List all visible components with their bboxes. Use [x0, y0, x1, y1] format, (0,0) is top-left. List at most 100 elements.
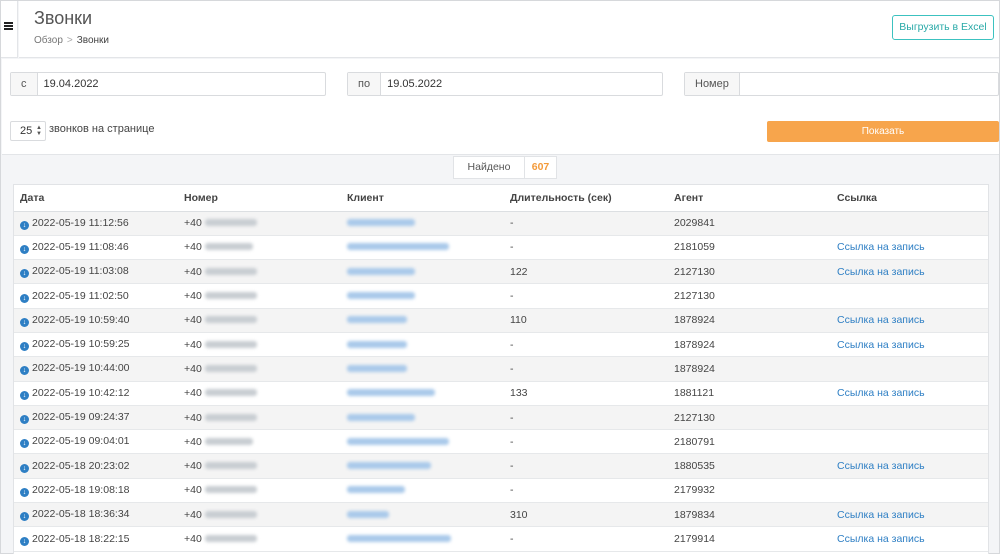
cell-number: +40 [178, 235, 341, 261]
per-page-select[interactable]: 25 ▲ ▼ [10, 121, 46, 141]
cell-duration: 110 [504, 308, 668, 333]
cell-link: Ссылка на запись [831, 235, 988, 261]
redacted-client-link[interactable] [347, 316, 407, 324]
cell-number: +40 [178, 308, 341, 333]
redacted-client-link[interactable] [347, 219, 415, 227]
recording-link[interactable]: Ссылка на запись [837, 387, 925, 399]
number-input[interactable] [740, 73, 998, 95]
redacted-client-link[interactable] [347, 243, 449, 251]
redacted-client-link[interactable] [347, 510, 389, 518]
redacted-client-link[interactable] [347, 267, 415, 275]
sidebar-toggle-button[interactable] [1, 1, 18, 58]
redacted-client-link[interactable] [347, 486, 405, 494]
cell-link [831, 478, 988, 504]
redacted-client-link[interactable] [347, 340, 407, 348]
cell-client [341, 235, 504, 261]
cell-link: Ссылка на запись [831, 453, 988, 479]
cell-date: ↓ 2022-05-19 10:44:00 [14, 356, 178, 382]
redacted-client-link[interactable] [347, 437, 449, 445]
column-header-client[interactable]: Клиент [341, 185, 504, 212]
column-header-date[interactable]: Дата [14, 185, 178, 212]
phone-prefix: +40 [184, 533, 202, 545]
cell-link: Ссылка на запись [831, 332, 988, 358]
cell-number: +40 [178, 381, 341, 406]
recording-link[interactable]: Ссылка на запись [837, 339, 925, 351]
cell-date: ↓ 2022-05-19 11:02:50 [14, 283, 178, 309]
recording-link[interactable]: Ссылка на запись [837, 266, 925, 278]
breadcrumb-home-link[interactable]: Обзор [34, 35, 63, 46]
show-button[interactable]: Показать [767, 121, 999, 142]
download-icon[interactable]: ↓ [20, 342, 29, 352]
download-icon[interactable]: ↓ [20, 536, 29, 546]
cell-agent: 1879834 [668, 502, 831, 528]
download-icon[interactable]: ↓ [20, 220, 29, 230]
cell-number: +40 [178, 405, 341, 431]
number-group: Номер [684, 72, 999, 96]
cell-number: +40 [178, 453, 341, 479]
redacted-client-link[interactable] [347, 413, 415, 421]
redacted-phone [204, 243, 253, 251]
download-icon[interactable]: ↓ [20, 512, 29, 522]
column-header-agent[interactable]: Агент [668, 185, 831, 212]
recording-link[interactable]: Ссылка на запись [837, 533, 925, 545]
download-icon[interactable]: ↓ [20, 269, 29, 279]
download-icon[interactable]: ↓ [20, 415, 29, 425]
recording-link[interactable]: Ссылка на запись [837, 241, 925, 253]
cell-link [831, 429, 988, 455]
redacted-phone [204, 292, 257, 300]
redacted-phone [204, 486, 257, 494]
cell-date: ↓ 2022-05-18 20:23:02 [14, 453, 178, 479]
download-icon[interactable]: ↓ [20, 487, 29, 497]
call-date: 2022-05-18 19:08:18 [32, 483, 130, 496]
cell-client [341, 453, 504, 479]
cell-duration: 310 [504, 502, 668, 528]
redacted-client-link[interactable] [347, 364, 407, 372]
cell-client [341, 405, 504, 431]
table-row: ↓ 2022-05-18 18:22:15 +40 -2179914 Ссылка н… [14, 526, 988, 552]
cell-agent: 1880535 [668, 453, 831, 479]
phone-prefix: +40 [184, 411, 202, 424]
date-to-input[interactable]: 19.05.2022 [381, 73, 662, 95]
cell-duration: - [504, 478, 668, 504]
redacted-client-link[interactable] [347, 389, 435, 397]
redacted-client-link[interactable] [347, 535, 451, 542]
cell-date: ↓ 2022-05-19 10:42:12 [14, 381, 178, 406]
column-header-duration[interactable]: Длительность (сек) [504, 185, 668, 212]
cell-client [341, 283, 504, 309]
date-from-label: с [11, 73, 38, 95]
cell-date: ↓ 2022-05-19 11:08:46 [14, 235, 178, 261]
table-row: ↓ 2022-05-19 11:08:46 +40 -2181059 Ссылка н… [14, 235, 988, 261]
table-row: ↓ 2022-05-19 10:42:12 +40 133 1881121 Ссылка… [14, 381, 988, 406]
select-arrows-icon: ▲ ▼ [36, 125, 42, 137]
download-icon[interactable]: ↓ [20, 244, 29, 254]
redacted-client-link[interactable] [347, 462, 431, 470]
download-icon[interactable]: ↓ [20, 293, 29, 303]
table-body: ↓ 2022-05-19 11:12:56 +40 -2029841 ↓ 2022-05… [14, 211, 988, 552]
export-excel-button[interactable]: Выгрузить в Excel [892, 15, 994, 40]
cell-date: ↓ 2022-05-19 09:04:01 [14, 429, 178, 455]
cell-number: +40 [178, 283, 341, 309]
cell-date: ↓ 2022-05-19 09:24:37 [14, 405, 178, 431]
download-icon[interactable]: ↓ [20, 463, 29, 473]
redacted-client-link[interactable] [347, 292, 415, 300]
found-count: 607 [531, 161, 550, 173]
column-header-link[interactable]: Ссылка [831, 185, 988, 212]
cell-agent: 2180791 [668, 429, 831, 455]
download-icon[interactable]: ↓ [20, 366, 29, 376]
recording-link[interactable]: Ссылка на запись [837, 314, 925, 326]
download-icon[interactable]: ↓ [20, 439, 29, 449]
cell-duration: 133 [504, 381, 668, 406]
cell-number: +40 [178, 356, 341, 382]
download-icon[interactable]: ↓ [20, 317, 29, 327]
download-icon[interactable]: ↓ [20, 390, 29, 400]
cell-client [341, 259, 504, 285]
date-from-input[interactable]: 19.04.2022 [38, 73, 326, 95]
call-date: 2022-05-18 18:22:15 [32, 532, 130, 545]
cell-link: Ссылка на запись [831, 381, 988, 406]
cell-agent: 2181059 [668, 235, 831, 261]
column-header-number[interactable]: Номер [178, 185, 341, 212]
recording-link[interactable]: Ссылка на запись [837, 509, 925, 521]
cell-agent: 1878924 [668, 308, 831, 333]
cell-number: +40 [178, 259, 341, 285]
recording-link[interactable]: Ссылка на запись [837, 460, 925, 472]
